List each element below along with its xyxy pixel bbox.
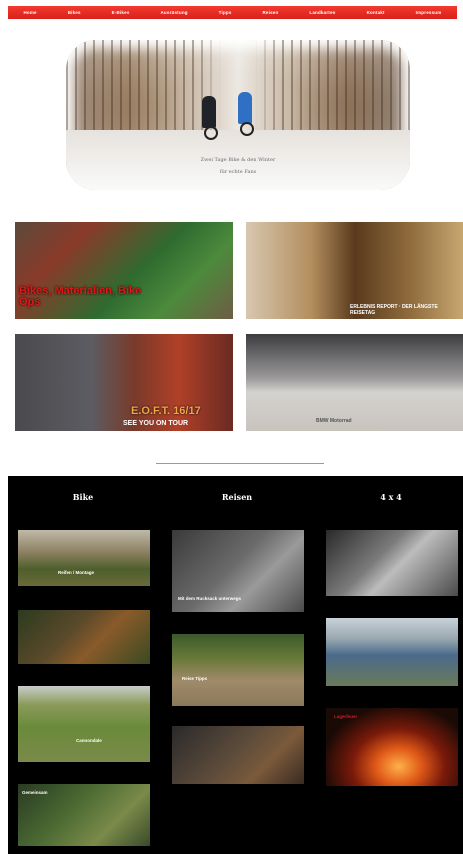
nav-item-ebikes[interactable]: E-Bikes xyxy=(112,10,130,15)
nav-item-landkarten[interactable]: Landkarten xyxy=(309,10,335,15)
hero-rider-blue xyxy=(238,92,252,124)
4x4-thumb[interactable] xyxy=(326,530,458,596)
bike-thumb[interactable]: Cannondale xyxy=(18,686,150,762)
feature-tile-erlebnis[interactable]: ERLEBNIS REPORT · DER LÄNGSTE REISETAG xyxy=(246,222,463,319)
nav-item-ausruestung[interactable]: Ausrüstung xyxy=(160,10,187,15)
feature-tile-motorrad[interactable]: BMW Motorrad xyxy=(246,334,463,431)
nav-item-kontakt[interactable]: Kontakt xyxy=(367,10,385,15)
tile-caption: BMW Motorrad xyxy=(316,418,352,424)
thumb-caption: Reise Tipps xyxy=(182,676,208,681)
4x4-thumb[interactable] xyxy=(326,618,458,686)
feature-tile-eoft[interactable]: E.O.F.T. 16/17 SEE YOU ON TOUR xyxy=(15,334,233,431)
tile-title: E.O.F.T. 16/17 xyxy=(131,405,201,417)
reisen-thumb[interactable] xyxy=(172,726,304,784)
hero-caption-line1: Zwei Tage Bike & den Winter xyxy=(200,157,276,163)
hero-image[interactable]: Zwei Tage Bike & den Winter für echte Fa… xyxy=(66,40,410,190)
hero-rider-dark xyxy=(202,96,216,128)
hero-caption-line2: für echte Fans xyxy=(219,169,257,175)
bike-thumb[interactable] xyxy=(18,610,150,664)
feature-tile-bikes[interactable]: Bikes, Materialien, Bike Ops xyxy=(15,222,233,319)
section-heading-4x4: 4 x 4 xyxy=(380,492,402,502)
tile-caption: ERLEBNIS REPORT · DER LÄNGSTE REISETAG xyxy=(350,304,438,316)
section-heading-bike: Bike xyxy=(72,492,94,502)
4x4-thumb[interactable]: Lagerfeuer xyxy=(326,708,458,786)
reisen-thumb[interactable]: Reise Tipps xyxy=(172,634,304,706)
section-divider xyxy=(156,463,324,464)
thumb-caption: Mit dem Rucksack unterwegs xyxy=(178,596,242,601)
tile-title: Bikes, Materialien, Bike Ops xyxy=(19,285,142,308)
nav-item-impressum[interactable]: Impressum xyxy=(416,10,442,15)
top-nav: Home Bikes E-Bikes Ausrüstung Tipps Reis… xyxy=(8,6,457,19)
reisen-thumb[interactable]: Mit dem Rucksack unterwegs xyxy=(172,530,304,612)
nav-item-home[interactable]: Home xyxy=(23,10,36,15)
thumb-caption: Lagerfeuer xyxy=(334,714,358,719)
nav-item-reisen[interactable]: Reisen xyxy=(262,10,278,15)
section-heading-reisen: Reisen xyxy=(221,492,253,502)
hero-wheel xyxy=(204,126,218,140)
bike-thumb[interactable]: Reifen / Montage xyxy=(18,530,150,586)
hero-wheel xyxy=(240,122,254,136)
thumb-caption: Cannondale xyxy=(76,738,102,743)
thumb-caption: Gemeinsam xyxy=(22,790,48,795)
tile-caption: SEE YOU ON TOUR xyxy=(123,420,189,427)
bike-thumb[interactable]: Gemeinsam xyxy=(18,784,150,846)
nav-item-tipps[interactable]: Tipps xyxy=(219,10,232,15)
nav-item-bikes[interactable]: Bikes xyxy=(68,10,81,15)
thumb-caption: Reifen / Montage xyxy=(58,570,95,575)
